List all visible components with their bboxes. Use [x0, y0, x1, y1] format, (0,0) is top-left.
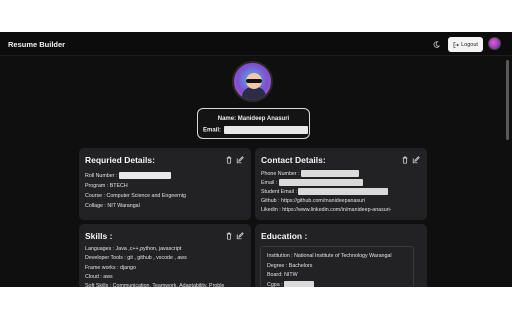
- profile-name-line: Name: Manideep Anasuri: [198, 116, 309, 122]
- student-email-label: Student Email :: [261, 188, 297, 195]
- required-details-card: Requried Details: Roll Number : Program …: [79, 148, 251, 220]
- profile-email-line: Email:: [203, 126, 308, 134]
- edit-icon[interactable]: [412, 156, 420, 164]
- frameworks-row: Frame works : django: [85, 265, 136, 271]
- github-row[interactable]: Github : https://github.com/manideepanas…: [261, 198, 365, 204]
- required-details-actions: [225, 156, 244, 164]
- contact-email-label: Email :: [261, 179, 278, 186]
- education-entry: Institution : National Institute of Tech…: [260, 246, 414, 291]
- roll-number-redacted: [118, 172, 171, 179]
- linkedin-row[interactable]: Likedin : https://www.linkedin.com/in/ma…: [261, 207, 391, 213]
- skills-title: Skills :: [85, 231, 113, 241]
- institution-row: Institution : National Institute of Tech…: [267, 253, 392, 259]
- degree-row: Degree : Bachelors: [267, 263, 313, 269]
- student-email-row: Student Email :: [261, 188, 389, 195]
- board-row: Board: NITW: [267, 272, 298, 278]
- phone-label: Phone Number :: [261, 170, 300, 177]
- avatar-body: [242, 87, 266, 100]
- phone-redacted: [301, 170, 360, 177]
- student-email-redacted: [298, 188, 389, 195]
- education-title: Education :: [261, 231, 308, 241]
- theme-toggle-button[interactable]: [431, 39, 442, 50]
- bottom-blank-area: [0, 287, 512, 320]
- developer-tools-row: Developer Tools : git , github , vscode …: [85, 255, 187, 261]
- program-row: Program : BTECH: [85, 183, 128, 189]
- trash-icon[interactable]: [401, 156, 409, 164]
- contact-details-title: Contact Details:: [261, 155, 326, 165]
- course-row: Course : Computer Science and Engeernig: [85, 193, 186, 199]
- app-brand[interactable]: Resume Builder: [8, 40, 65, 49]
- profile-card: Name: Manideep Anasuri Email:: [197, 108, 310, 139]
- contact-details-actions: [401, 156, 420, 164]
- nav-avatar[interactable]: [488, 37, 501, 50]
- avatar-glasses: [246, 79, 262, 83]
- email-label: Email:: [203, 127, 222, 134]
- roll-number-row: Roll Number :: [85, 172, 171, 179]
- contact-details-card: Contact Details: Phone Number : Email : …: [255, 148, 427, 220]
- logout-button[interactable]: Logout: [448, 37, 483, 52]
- trash-icon[interactable]: [225, 232, 233, 240]
- languages-row: Languages : Java ,c++,python, javascript: [85, 246, 182, 252]
- logout-icon: [453, 41, 459, 48]
- name-label: Name:: [217, 116, 237, 122]
- scrollbar-thumb[interactable]: [506, 60, 509, 140]
- cloud-row: Cloud : aws: [85, 274, 113, 280]
- required-details-title: Requried Details:: [85, 155, 155, 165]
- edit-icon[interactable]: [236, 156, 244, 164]
- phone-row: Phone Number :: [261, 170, 360, 177]
- roll-number-label: Roll Number :: [85, 172, 118, 179]
- edit-icon[interactable]: [236, 232, 244, 240]
- profile-avatar: [232, 61, 273, 102]
- skills-actions: [225, 232, 244, 240]
- email-row: Email :: [261, 179, 363, 186]
- trash-icon[interactable]: [225, 156, 233, 164]
- name-value: Manideep Anasuri: [237, 116, 290, 122]
- collage-row: Collage : NIT Warangal: [85, 203, 140, 209]
- email-redacted: [223, 126, 308, 134]
- logout-label: Logout: [461, 41, 478, 48]
- moon-icon: [433, 41, 440, 48]
- contact-email-redacted: [278, 179, 363, 186]
